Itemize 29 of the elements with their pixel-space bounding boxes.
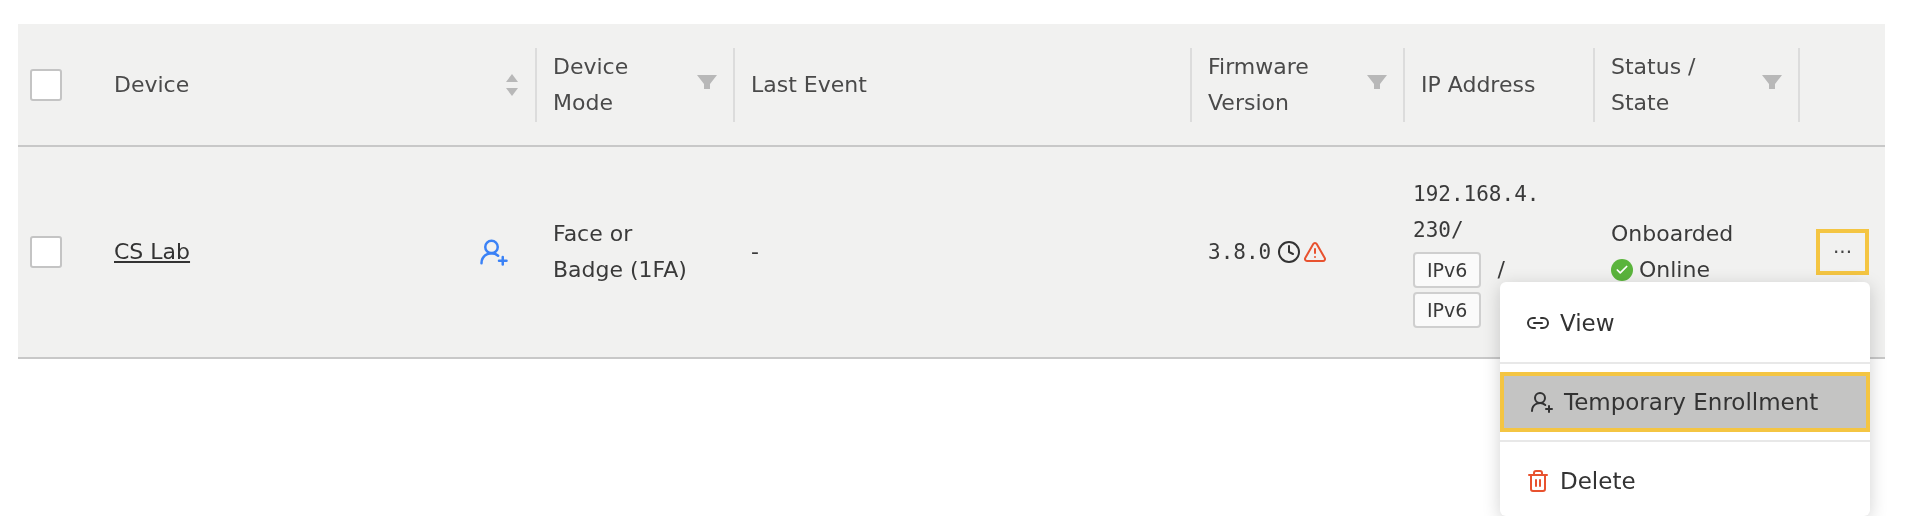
column-header: Firmware Version xyxy=(1208,52,1310,117)
sort-icon[interactable] xyxy=(505,72,519,97)
ip-tag: IPv6 xyxy=(1413,292,1482,328)
firmware-version: 3.8.0 xyxy=(1208,239,1272,266)
column-header: Device xyxy=(114,70,190,99)
ip-tag: IPv6 xyxy=(1413,252,1482,288)
warning-icon xyxy=(1303,240,1328,264)
online-icon xyxy=(1611,259,1633,281)
column-header: Last Event xyxy=(751,70,867,99)
separator-text: / xyxy=(1497,256,1505,284)
ip-address: 192.168.4.230/ xyxy=(1413,181,1540,244)
menu-item[interactable]: View xyxy=(1500,292,1870,354)
device-mode: Face or Badge (1FA) xyxy=(553,220,688,284)
last-event: - xyxy=(751,238,759,266)
checkbox[interactable] xyxy=(30,68,62,101)
status-text: Onboarded xyxy=(1611,220,1734,248)
more-button[interactable]: ··· xyxy=(1816,229,1869,275)
device-link[interactable]: CS Lab xyxy=(114,234,191,270)
column-header: IP Address xyxy=(1421,70,1536,99)
menu-item[interactable]: Delete xyxy=(1500,450,1870,512)
column-header: Status / State xyxy=(1611,52,1697,117)
state-text: Online xyxy=(1639,256,1710,284)
clock-icon xyxy=(1277,240,1302,264)
column-header: Device Mode xyxy=(553,52,630,117)
person-add-icon xyxy=(1530,390,1554,414)
trash-icon xyxy=(1526,469,1550,493)
checkbox[interactable] xyxy=(30,236,62,268)
person-add-icon xyxy=(479,237,509,267)
menu-item[interactable]: Temporary Enrollment xyxy=(1500,372,1870,432)
